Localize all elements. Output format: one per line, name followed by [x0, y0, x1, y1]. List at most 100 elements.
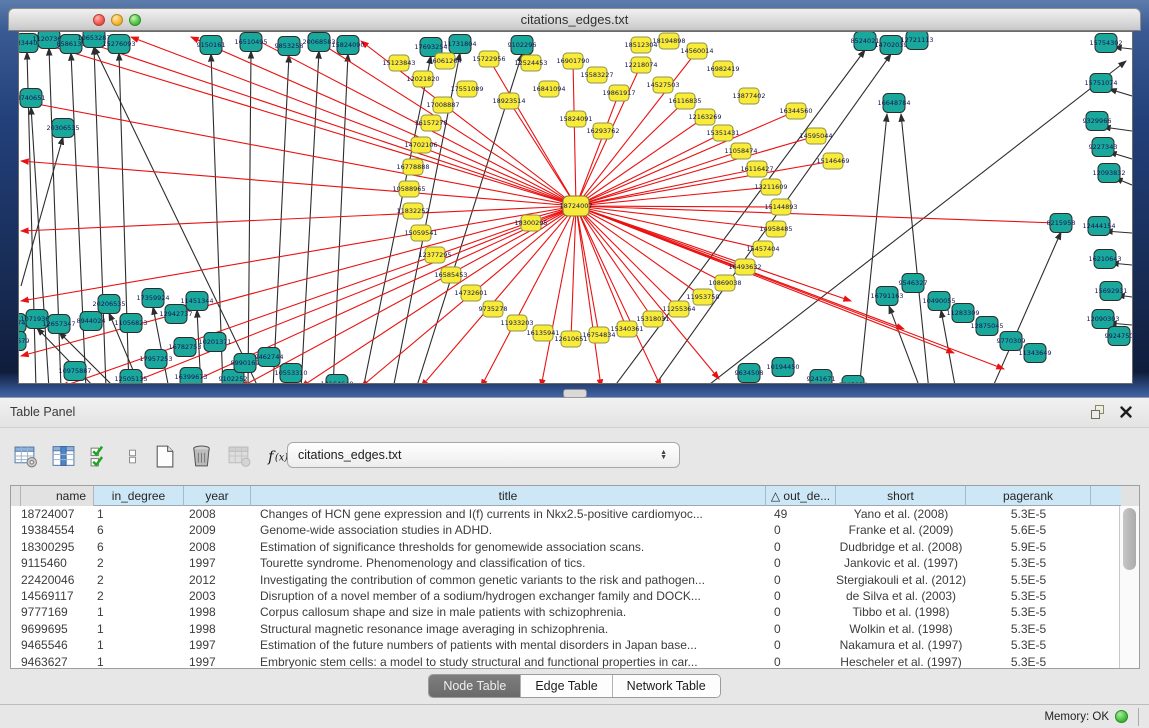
- graph-node-label: 15059541: [404, 229, 437, 237]
- cell-name: 9465546: [11, 637, 94, 653]
- hub-citation-edge: [573, 61, 576, 206]
- column-header-title[interactable]: title: [251, 486, 766, 506]
- table-mode-button[interactable]: [10, 440, 41, 472]
- table-row[interactable]: 969969511998Structural magnetic resonanc…: [11, 621, 1139, 637]
- column-header-year[interactable]: year: [184, 486, 251, 506]
- graph-node-label: 16210643: [1088, 255, 1121, 263]
- graph-node-label: 13877402: [732, 92, 765, 100]
- graph-node-label: 9150161: [197, 41, 226, 49]
- delete-table-button[interactable]: [224, 440, 255, 472]
- create-column-button[interactable]: [150, 440, 179, 472]
- tab-network-table[interactable]: Network Table: [613, 675, 720, 697]
- graph-node-label: 10490055: [922, 297, 955, 305]
- table-row[interactable]: 977716911998Corpus callosum shape and si…: [11, 604, 1139, 620]
- graph-node-label: 10201371: [198, 338, 231, 346]
- graph-node-label: 17551089: [450, 85, 483, 93]
- table-row[interactable]: 1938455462009Genome-wide association stu…: [11, 522, 1139, 538]
- table-row[interactable]: 1830029562008Estimation of significance …: [11, 539, 1139, 555]
- column-header-gutter: [11, 486, 21, 506]
- graph-node-label: 16157278: [414, 119, 447, 127]
- cell-title: Tourette syndrome. Phenomenology and cla…: [251, 555, 766, 571]
- graph-node-label: 9462744: [255, 353, 284, 361]
- cell-in_degree: 2: [94, 572, 184, 588]
- column-header-name[interactable]: name: [21, 486, 94, 506]
- memory-ok-icon: [1115, 710, 1128, 723]
- cell-in_degree: 1: [94, 637, 184, 653]
- citation-edge: [611, 50, 865, 384]
- table-row[interactable]: 911546021997Tourette syndrome. Phenomeno…: [11, 555, 1139, 571]
- graph-node-label: 16778888: [396, 163, 429, 171]
- cell-pagerank: 5.3E-5: [966, 588, 1091, 604]
- graph-node-label: 18300295: [514, 219, 547, 227]
- graph-node-label: 7903579: [18, 337, 29, 345]
- column-header-pagerank[interactable]: pagerank: [966, 486, 1091, 506]
- cell-in_degree: 1: [94, 654, 184, 669]
- cell-out_de: 0: [766, 555, 836, 571]
- delete-column-button[interactable]: [186, 440, 217, 472]
- graph-node-label: 9102296: [508, 41, 537, 49]
- hub-citation-edge: [301, 206, 576, 384]
- cell-year: 2008: [184, 506, 251, 522]
- cell-title: Changes of HCN gene expression and I(f) …: [251, 506, 766, 522]
- cell-pagerank: 5.3E-5: [966, 654, 1091, 669]
- table-row[interactable]: 946362711997Embryonic stem cells: a mode…: [11, 654, 1139, 669]
- column-header-in_degree[interactable]: in_degree: [94, 486, 184, 506]
- cell-year: 2009: [184, 522, 251, 538]
- network-canvas[interactable]: 9334408112073608586131106532871527609391…: [18, 31, 1133, 384]
- table-toolbar: f(x): [10, 434, 293, 478]
- graph-node-label: 14560014: [680, 47, 713, 55]
- table-tabs-segmented-control: Node TableEdge TableNetwork Table: [428, 674, 720, 698]
- table-row[interactable]: 2242004622012Investigating the contribut…: [11, 572, 1139, 588]
- close-panel-icon[interactable]: [1115, 403, 1137, 423]
- cell-short: Jankovic et al. (1997): [836, 555, 966, 571]
- graph-node-label: 14595044: [799, 132, 832, 140]
- cell-year: 2003: [184, 588, 251, 604]
- cell-short: Dudbridge et al. (2008): [836, 539, 966, 555]
- cell-name: 9699695: [11, 621, 94, 637]
- graph-node-label: 20206535: [92, 300, 125, 308]
- graph-node-label: 16585453: [434, 271, 467, 279]
- graph-node-label: 9546327: [899, 279, 928, 287]
- column-header-out_de[interactable]: △ out_de...: [766, 486, 836, 506]
- cell-short: de Silva et al. (2003): [836, 588, 966, 604]
- cell-out_de: 0: [766, 654, 836, 669]
- tab-edge-table[interactable]: Edge Table: [521, 675, 612, 697]
- table-row[interactable]: 1456911722003Disruption of a novel membe…: [11, 588, 1139, 604]
- hub-citation-edge: [21, 161, 576, 206]
- graph-node-label: 11953750: [686, 293, 719, 301]
- network-window-titlebar[interactable]: citations_edges.txt: [8, 8, 1141, 31]
- graph-node-label: 12875045: [970, 322, 1003, 330]
- scrollbar-thumb[interactable]: [1123, 508, 1136, 570]
- table-row[interactable]: 1872400712008Changes of HCN gene express…: [11, 506, 1139, 522]
- graph-node-label: 16648784: [877, 99, 910, 107]
- unselect-all-columns-button[interactable]: [122, 440, 143, 472]
- graph-node-label: 16344560: [779, 107, 812, 115]
- cell-in_degree: 1: [94, 621, 184, 637]
- cell-in_degree: 1: [94, 604, 184, 620]
- select-all-columns-button[interactable]: [86, 440, 115, 472]
- graph-node-label: 16399673: [174, 373, 207, 381]
- graph-node-label: 11255364: [662, 305, 695, 313]
- graph-node-label: 11058474: [724, 147, 757, 155]
- graph-node-label: 14702106: [404, 141, 437, 149]
- citation-edge: [31, 107, 49, 384]
- hub-citation-edge: [21, 206, 576, 231]
- table-row[interactable]: 946554611997Estimation of the future num…: [11, 637, 1139, 653]
- citation-edge: [901, 114, 929, 384]
- tab-node-table[interactable]: Node Table: [429, 675, 521, 697]
- column-header-short[interactable]: short: [836, 486, 966, 506]
- graph-node-label: 15692931: [1094, 287, 1127, 295]
- float-panel-icon[interactable]: [1087, 403, 1109, 423]
- show-columns-button[interactable]: [48, 440, 79, 472]
- cell-year: 1998: [184, 604, 251, 620]
- graph-node-label: 11731804: [443, 40, 476, 48]
- cell-year: 1997: [184, 637, 251, 653]
- graph-node-label: 15824091: [559, 115, 592, 123]
- node-table: namein_degreeyeartitle△ out_de...shortpa…: [10, 485, 1140, 669]
- graph-node-label: 8944024: [77, 317, 106, 325]
- table-scrollbar[interactable]: [1119, 506, 1139, 668]
- table-selector-dropdown[interactable]: citations_edges.txt ▲▼: [287, 442, 680, 468]
- graph-node-label: 19861917: [602, 89, 635, 97]
- graph-node-label: 14958485: [759, 225, 792, 233]
- cell-short: Tibbo et al. (1998): [836, 604, 966, 620]
